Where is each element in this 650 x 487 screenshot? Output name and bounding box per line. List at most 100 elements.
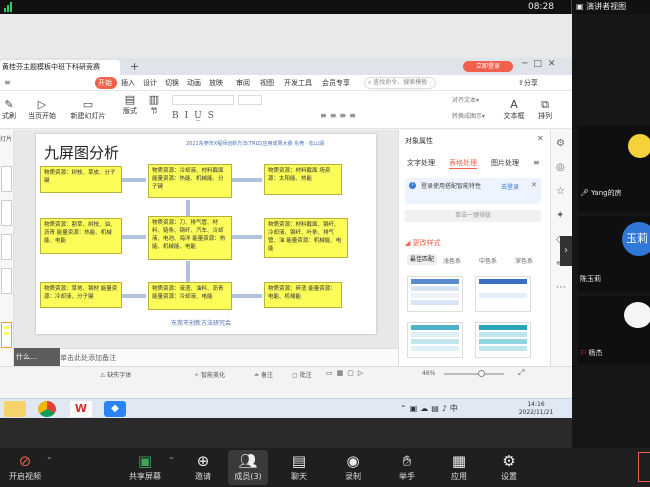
notes-placeholder: 单击此处添加备注 (60, 354, 116, 362)
tab-design[interactable]: 设计 (143, 78, 157, 88)
view-mode-buttons[interactable]: ▭▦▢▷ (326, 369, 367, 377)
windows-taskbar: W ◆ ⌃▣☁▤♪中 14:16 2022/11/21 (0, 398, 572, 418)
slide-thumbnail[interactable] (1, 200, 12, 226)
speaker-view-button[interactable]: ▣ 演讲者视图 (571, 0, 650, 14)
notes-pane[interactable]: 单击此处添加备注 (14, 348, 398, 366)
align-options[interactable]: 对齐文本▾ (452, 95, 479, 104)
chat-label: 聊天 (291, 472, 307, 481)
chat-button[interactable]: ▤ 聊天 (284, 452, 314, 482)
textbox-button[interactable]: A 文本框 (500, 98, 528, 121)
tab-insert[interactable]: 插入 (121, 78, 135, 88)
font-size-select[interactable] (238, 95, 262, 105)
arrange-button[interactable]: ⧉ 排列 (532, 98, 558, 121)
tab-start[interactable]: 开始 (98, 78, 112, 88)
tab-slideshow[interactable]: 放映 (209, 78, 223, 88)
tab-developer[interactable]: 开发工具 (284, 78, 312, 88)
window-controls[interactable]: ─□✕ (522, 59, 572, 69)
table-style-swatch[interactable] (407, 276, 463, 312)
style-tab-light[interactable]: 浅色系 (443, 256, 461, 265)
members-button[interactable]: 👥︎ 成员(3) (228, 450, 268, 485)
section-button[interactable]: ▥ 节 (144, 93, 164, 116)
layout-button[interactable]: ▤ 版式 (118, 93, 142, 116)
comments-toggle[interactable]: ▢ 批注 (292, 370, 312, 379)
system-tray-icons[interactable]: ⌃▣☁▤♪中 (400, 403, 461, 414)
style-icon[interactable]: ◎ (556, 162, 565, 173)
login-link[interactable]: 去登录 (501, 182, 519, 191)
participant-tile[interactable]: 玉莉 陈玉莉 (578, 216, 650, 292)
table-style-swatch[interactable] (475, 322, 531, 358)
invite-button[interactable]: ⊕ 邀请 (186, 452, 220, 482)
slide-thumbnail-active[interactable] (1, 322, 12, 348)
tab-view[interactable]: 视图 (260, 78, 274, 88)
login-button[interactable]: 立即登录 (463, 61, 513, 72)
raise-hand-button[interactable]: ✋︎ 举手 (392, 452, 422, 482)
font-name-select[interactable] (172, 95, 234, 105)
slide-thumbnail[interactable] (1, 234, 12, 260)
tab-image-processing[interactable]: 图片处理 (491, 158, 519, 168)
tab-review[interactable]: 审阅 (236, 78, 250, 88)
file-explorer-icon[interactable] (4, 401, 26, 417)
zoom-slider[interactable] (444, 370, 504, 377)
share-button[interactable]: ⇪分享 (518, 78, 538, 88)
smart-beautify-button[interactable]: ✧ 智能美化 (194, 370, 225, 379)
share-screen-button[interactable]: ▣ 共享屏幕 (122, 452, 168, 482)
speaker-view-icon: ▣ (576, 2, 584, 11)
tab-member[interactable]: 会员专享 (322, 78, 350, 88)
table-style-swatch[interactable] (475, 276, 531, 312)
dismiss-icon[interactable]: ✕ (531, 181, 537, 189)
share-options-icon[interactable]: ⌃ (168, 456, 175, 465)
slide[interactable]: 九屏图分析 2021东莞市X程师创新方法(TRIZ)应用成果大赛 东莞 · 松山… (36, 134, 376, 334)
table-style-swatch[interactable] (407, 322, 463, 358)
end-meeting-button[interactable] (638, 452, 650, 482)
properties-icon[interactable]: ⚙ (556, 138, 565, 149)
doc-tab-title: 黄桂芬主题模板中班下科研竞赛 (2, 63, 100, 71)
zoom-slider-thumb[interactable] (478, 370, 485, 377)
style-tab-best[interactable]: 最佳匹配 (407, 254, 437, 265)
more-styles-header[interactable]: ◢ 更改样式 (405, 238, 441, 248)
apps-button[interactable]: ▦ 应用 (444, 452, 474, 482)
nine-screen-box: 物质资源：割草、树枝、油、沥青 能量资源：热能、机械能、电能 (40, 218, 122, 254)
animation-icon[interactable]: ☆ (556, 186, 565, 197)
paragraph-buttons[interactable]: ≡≡≡≡ (320, 111, 359, 120)
new-tab-icon[interactable]: + (130, 60, 139, 73)
new-slide-button[interactable]: ▭ 新建幻灯片 (66, 98, 110, 121)
chrome-icon[interactable] (38, 401, 56, 417)
apply-format-button[interactable]: 单击一键排版 (405, 210, 541, 222)
command-search[interactable]: ⌕ 查找命令、搜索模板 (364, 77, 436, 89)
participant-tile[interactable]: 🎤︎ Yang的房 (578, 126, 650, 212)
wps-icon[interactable]: W (70, 401, 92, 417)
taskbar-clock[interactable]: 14:16 2022/11/21 (508, 401, 564, 417)
convert-options[interactable]: 转换成图示▾ (452, 111, 485, 120)
font-style-buttons[interactable]: BIU̲S (172, 111, 220, 121)
meeting-app-icon[interactable]: ◆ (104, 401, 126, 417)
style-tab-dark[interactable]: 深色系 (515, 256, 533, 265)
participant-tile[interactable]: ⚐ 杨杰 (578, 296, 650, 364)
slide-thumbnail[interactable] (1, 268, 12, 294)
doc-tab[interactable]: 黄桂芬主题模板中班下科研竞赛 (0, 60, 120, 75)
style-tab-medium[interactable]: 中色系 (479, 256, 497, 265)
collapse-gallery-button[interactable]: › (560, 236, 572, 266)
panel-menu-icon[interactable]: ≡ (533, 158, 540, 167)
missing-font-indicator[interactable]: ⚠ 缺失字体 (100, 370, 131, 379)
tab-table-processing[interactable]: 表格处理 (449, 158, 477, 169)
record-button[interactable]: ◉ 录制 (338, 452, 368, 482)
format-painter-button[interactable]: ✎ 式刷 (0, 98, 18, 121)
menu-icon[interactable]: ≡ (4, 78, 11, 87)
video-options-icon[interactable]: ⌃ (46, 456, 53, 465)
ribbon-tabs: ≡ 开始 插入 设计 切换 动画 放映 审阅 视图 开发工具 会员专享 ⌕ 查找… (0, 75, 572, 91)
fit-window-icon[interactable]: ⤢ (518, 368, 524, 378)
tab-text-processing[interactable]: 文字处理 (407, 158, 435, 168)
more-icon[interactable]: ⋯ (556, 282, 566, 293)
brush-icon: ✎ (4, 98, 14, 111)
close-icon[interactable]: ✕ (537, 134, 544, 143)
tab-transition[interactable]: 切换 (165, 78, 179, 88)
start-video-button[interactable]: ⊘ 开启视频 (4, 452, 46, 482)
play-current-button[interactable]: ▷ 当页开始 (24, 98, 60, 121)
apps-label: 应用 (451, 472, 467, 481)
sparkle-icon[interactable]: ✦ (556, 210, 564, 221)
tab-animation[interactable]: 动画 (187, 78, 201, 88)
slide-thumbnail[interactable] (1, 166, 12, 192)
settings-button[interactable]: ⚙ 设置 (494, 452, 524, 482)
zoom-level[interactable]: 46% (422, 370, 435, 377)
notes-toggle[interactable]: ≐ 备注 (254, 370, 273, 379)
